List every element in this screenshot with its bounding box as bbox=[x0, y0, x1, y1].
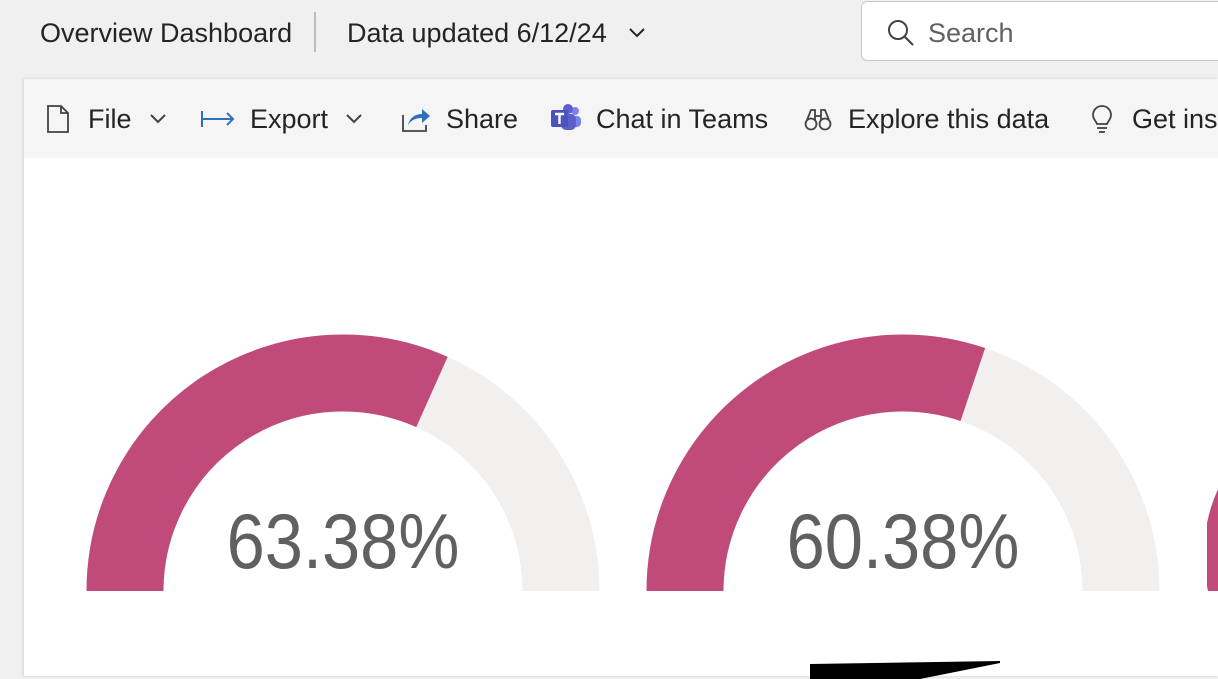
share-button[interactable]: Share bbox=[400, 79, 518, 158]
chevron-down-icon bbox=[629, 28, 645, 38]
gauge-3-partial bbox=[1207, 489, 1218, 591]
gauge-2[interactable]: 60.38% bbox=[646, 319, 1160, 599]
share-icon bbox=[402, 108, 430, 132]
binoculars-icon bbox=[804, 108, 832, 130]
file-label: File bbox=[88, 103, 132, 134]
report-panel: File Export Share Chat in Teams Explore … bbox=[24, 79, 1218, 679]
top-bar: Overview Dashboard Data updated 6/12/24 … bbox=[0, 0, 1218, 68]
export-menu-button[interactable]: Export bbox=[200, 79, 364, 158]
file-icon bbox=[47, 104, 69, 133]
gauge-1[interactable]: 63.38% bbox=[86, 319, 600, 599]
search-input[interactable]: Search bbox=[928, 16, 1014, 50]
chat-in-teams-label: Chat in Teams bbox=[596, 103, 769, 134]
explore-data-button[interactable]: Explore this data bbox=[802, 79, 1049, 158]
get-insights-label: Get ins bbox=[1132, 103, 1218, 134]
teams-icon bbox=[551, 103, 581, 130]
data-updated-dropdown[interactable]: Data updated 6/12/24 bbox=[347, 16, 647, 50]
export-label: Export bbox=[250, 103, 329, 134]
data-updated-label: Data updated 6/12/24 bbox=[347, 18, 607, 48]
toolbar: File Export Share Chat in Teams Explore … bbox=[24, 79, 1218, 158]
explore-data-label: Explore this data bbox=[848, 103, 1050, 134]
chat-in-teams-button[interactable]: Chat in Teams bbox=[550, 79, 768, 158]
chevron-down-icon bbox=[149, 113, 166, 123]
gauge-value: 63.38% bbox=[226, 497, 460, 585]
file-menu-button[interactable]: File bbox=[42, 79, 168, 158]
chart-fragment bbox=[810, 661, 1000, 679]
gauge-value: 60.38% bbox=[786, 497, 1020, 585]
get-insights-button[interactable]: Get ins bbox=[1086, 79, 1218, 158]
search-icon bbox=[888, 20, 914, 46]
export-icon bbox=[201, 110, 235, 127]
lightbulb-icon bbox=[1092, 104, 1112, 133]
chevron-down-icon bbox=[346, 113, 362, 123]
page-title: Overview Dashboard bbox=[40, 18, 293, 48]
search-box[interactable]: Search bbox=[861, 1, 1218, 61]
header-divider bbox=[314, 12, 316, 52]
share-label: Share bbox=[446, 103, 519, 134]
